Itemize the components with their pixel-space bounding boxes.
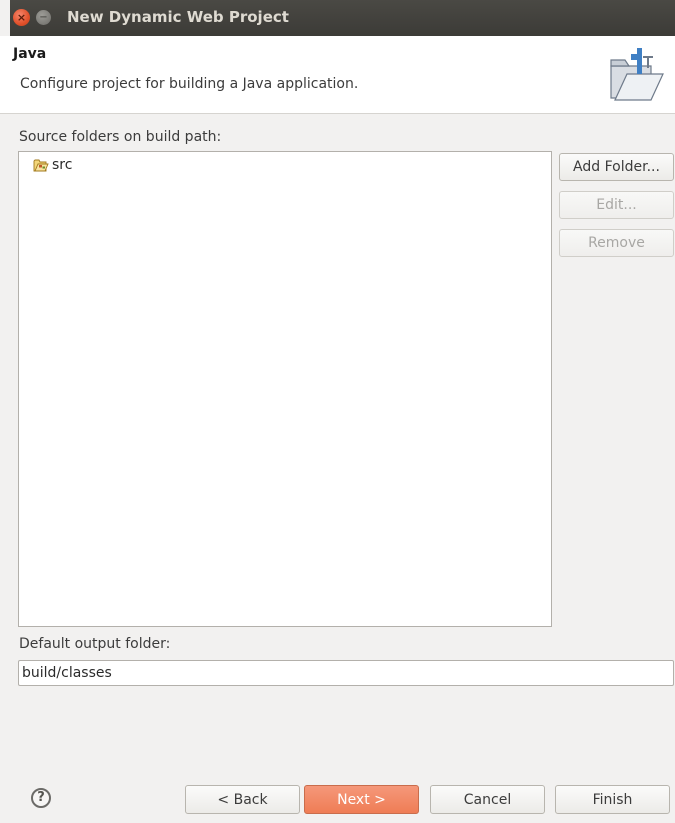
folder-wizard-icon: [610, 48, 664, 101]
list-item[interactable]: src: [33, 157, 72, 173]
cancel-button[interactable]: Cancel: [430, 785, 545, 814]
window-title: New Dynamic Web Project: [67, 8, 289, 26]
page-description: Configure project for building a Java ap…: [20, 76, 359, 92]
edit-button[interactable]: Edit...: [559, 191, 674, 219]
source-folders-list[interactable]: src: [18, 151, 552, 627]
minimize-window-button[interactable]: −: [36, 10, 51, 25]
add-folder-button[interactable]: Add Folder...: [559, 153, 674, 181]
output-folder-label: Default output folder:: [19, 636, 171, 652]
finish-button[interactable]: Finish: [555, 785, 670, 814]
source-folder-icon: [33, 159, 49, 172]
wizard-banner: Java Configure project for building a Ja…: [0, 36, 675, 114]
minimize-icon: −: [39, 12, 48, 23]
close-window-button[interactable]: ×: [13, 9, 30, 26]
close-icon: ×: [16, 11, 27, 24]
back-button[interactable]: < Back: [185, 785, 300, 814]
output-folder-field[interactable]: [18, 660, 674, 686]
dialog-window: × − New Dynamic Web Project Java Configu…: [0, 0, 675, 823]
help-button[interactable]: ?: [31, 788, 51, 808]
source-folders-label: Source folders on build path:: [19, 129, 222, 145]
help-icon: ?: [37, 790, 45, 805]
page-title: Java: [13, 46, 47, 62]
list-item-label: src: [52, 157, 73, 173]
next-button[interactable]: Next >: [304, 785, 419, 814]
remove-button[interactable]: Remove: [559, 229, 674, 257]
title-bar[interactable]: × − New Dynamic Web Project: [10, 0, 675, 36]
